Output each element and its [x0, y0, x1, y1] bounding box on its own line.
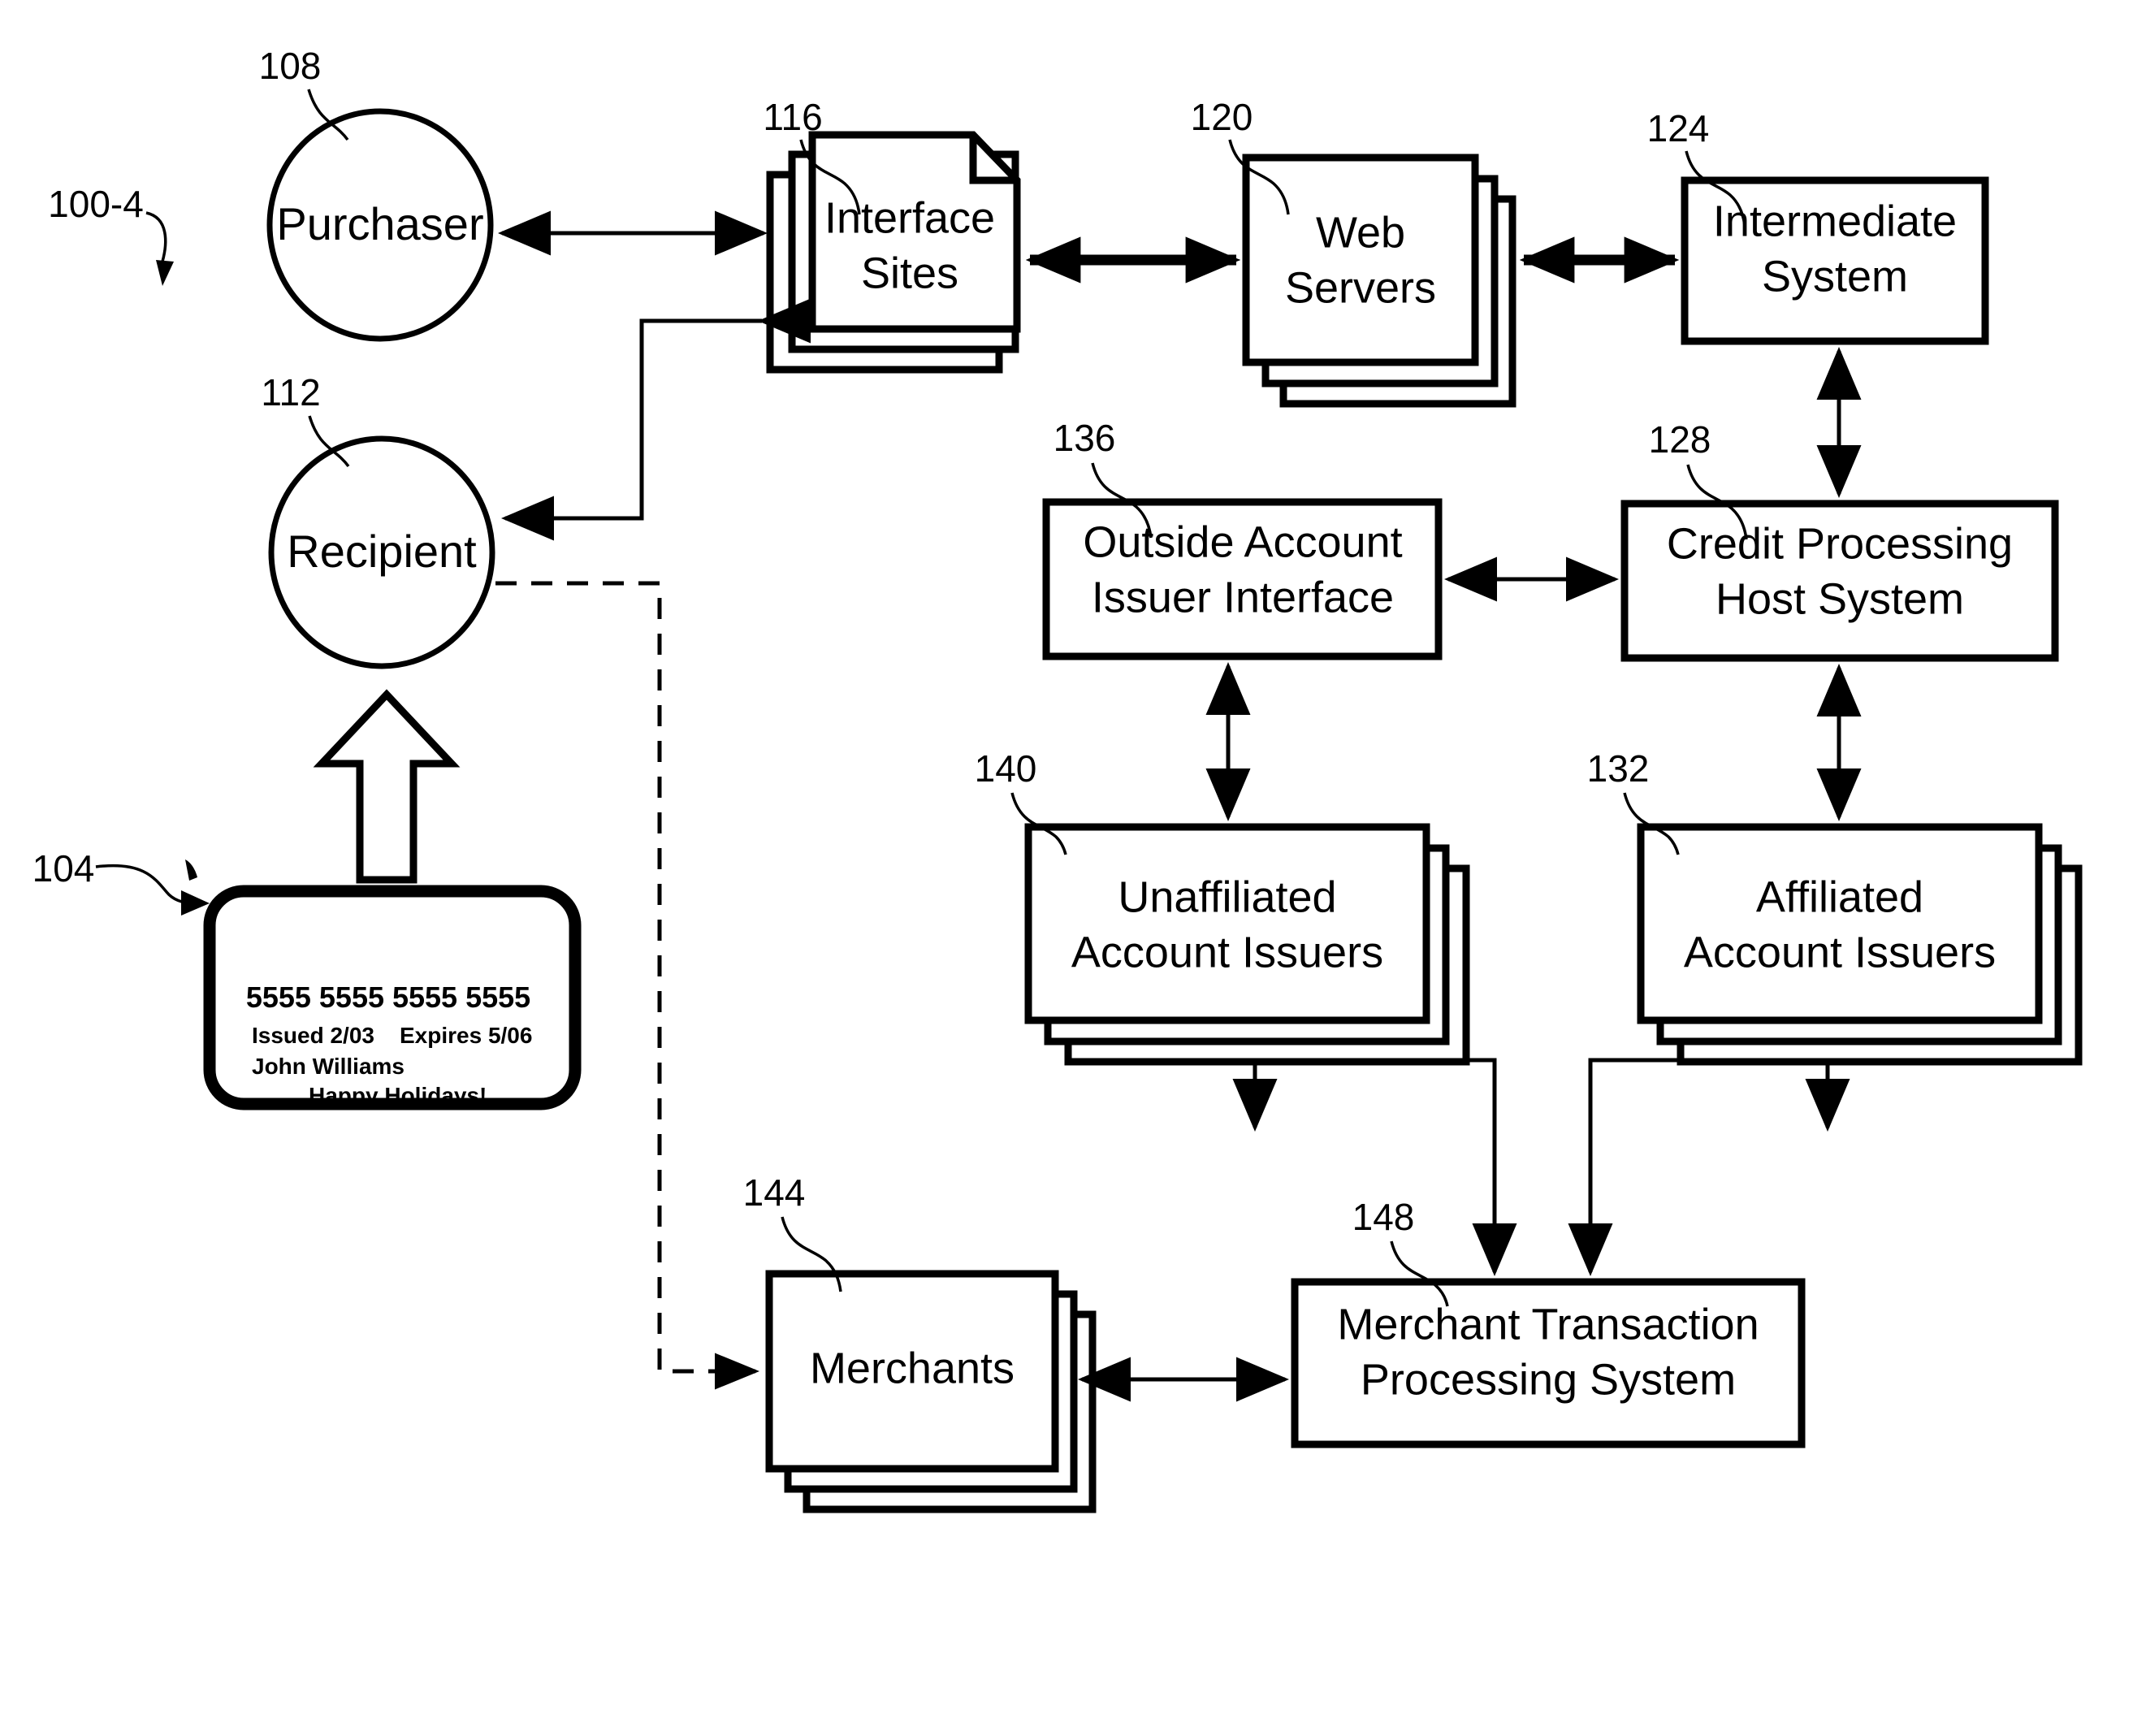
interface-sites-label-line2: Sites: [861, 249, 958, 297]
figure-number-group: 100-4: [48, 183, 174, 286]
unaffiliated-account-issuers-label-line2: Account Issuers: [1071, 928, 1383, 976]
unaffiliated-account-issuers-ref-number: 140: [975, 747, 1037, 790]
affiliated-account-issuers-ref-number: 132: [1587, 747, 1650, 790]
connector-affiliated-issuers-merchant-transaction-processing: [1568, 1058, 1850, 1276]
affiliated-account-issuers-label-line1: Affiliated: [1756, 872, 1923, 921]
interface-sites-ref-number: 116: [763, 96, 822, 138]
gift-card-holder-name: John Williams: [252, 1054, 405, 1079]
node-gift-card[interactable]: 5555 5555 5555 5555 Issued 2/03 Expires …: [32, 847, 582, 1110]
gift-card-message: Happy Holidays!: [309, 1083, 487, 1108]
merchants-label: Merchants: [810, 1344, 1015, 1392]
merchants-ref-number: 144: [743, 1171, 806, 1214]
web-servers-box-front: [1242, 154, 1479, 366]
outside-account-issuer-interface-ref-number: 136: [1054, 417, 1116, 459]
purchaser-label: Purchaser: [276, 198, 483, 249]
web-servers-label-line1: Web: [1316, 208, 1405, 257]
intermediate-system-label-line1: Intermediate: [1713, 197, 1957, 245]
patent-figure-diagram: 100-4 Purchaser 108 Recipient 112 5555 5…: [0, 0, 2146, 1736]
figure-number-leader: [145, 211, 167, 262]
interface-sites-label-line1: Interface: [824, 193, 995, 242]
connector-interface-sites-recipient: [501, 298, 811, 541]
node-intermediate-system[interactable]: Intermediate System 124: [1647, 107, 1989, 345]
credit-processing-host-system-label-line2: Host System: [1716, 574, 1964, 623]
node-interface-sites[interactable]: Interface Sites 116: [763, 96, 1021, 374]
merchant-transaction-processing-system-label-line1: Merchant Transaction: [1337, 1300, 1759, 1349]
web-servers-ref-number: 120: [1191, 96, 1253, 138]
purchaser-ref-number: 108: [259, 45, 322, 87]
node-merchants[interactable]: Merchants 144: [743, 1171, 1097, 1513]
gift-card-expiry-date: Expires 5/06: [400, 1023, 532, 1048]
web-servers-label-line2: Servers: [1285, 263, 1436, 312]
outside-account-issuer-interface-label-line2: Issuer Interface: [1092, 573, 1394, 621]
hollow-up-arrow-shape: [313, 689, 461, 884]
gift-card-tick-mark: [185, 859, 197, 881]
unaffiliated-account-issuers-box-front: [1024, 823, 1430, 1024]
gift-card-ref-number: 104: [32, 847, 95, 890]
affiliated-account-issuers-box-front: [1637, 823, 2043, 1024]
node-merchant-transaction-processing-system[interactable]: Merchant Transaction Processing System 1…: [1291, 1196, 1806, 1448]
diagram-canvas: 100-4 Purchaser 108 Recipient 112 5555 5…: [32, 45, 2083, 1513]
merchant-transaction-processing-system-label-line2: Processing System: [1361, 1355, 1736, 1404]
credit-processing-host-system-label-line1: Credit Processing: [1667, 519, 2013, 568]
recipient-ref-number: 112: [261, 371, 320, 413]
merchant-transaction-processing-system-ref-number: 148: [1352, 1196, 1415, 1238]
recipient-label: Recipient: [287, 526, 477, 577]
affiliated-account-issuers-label-line2: Account Issuers: [1684, 928, 1996, 976]
node-unaffiliated-account-issuers[interactable]: Unaffiliated Account Issuers 140: [975, 747, 1470, 1066]
connector-unaffiliated-issuers-merchant-transaction-processing: [1232, 1058, 1517, 1276]
node-outside-account-issuer-interface[interactable]: Outside Account Issuer Interface 136: [1042, 417, 1443, 660]
gift-card-number: 5555 5555 5555 5555: [246, 981, 530, 1014]
node-purchaser[interactable]: Purchaser 108: [259, 45, 494, 342]
credit-processing-host-system-ref-number: 128: [1649, 418, 1711, 461]
outside-account-issuer-interface-label-line1: Outside Account: [1083, 517, 1402, 566]
figure-number-label: 100-4: [48, 183, 144, 225]
intermediate-system-ref-number: 124: [1647, 107, 1710, 149]
gift-card-issued-date: Issued 2/03: [252, 1023, 374, 1048]
node-affiliated-account-issuers[interactable]: Affiliated Account Issuers 132: [1587, 747, 2083, 1066]
intermediate-system-label-line2: System: [1762, 252, 1908, 301]
unaffiliated-account-issuers-label-line1: Unaffiliated: [1118, 872, 1336, 921]
card-to-recipient-arrow: [313, 689, 461, 884]
node-web-servers[interactable]: Web Servers 120: [1191, 96, 1516, 408]
node-recipient[interactable]: Recipient 112: [261, 371, 495, 669]
gift-card-ref-leader: [95, 864, 196, 905]
gift-card-ref-leader-arrow: [181, 890, 210, 916]
figure-number-leader-arrow: [156, 260, 174, 286]
